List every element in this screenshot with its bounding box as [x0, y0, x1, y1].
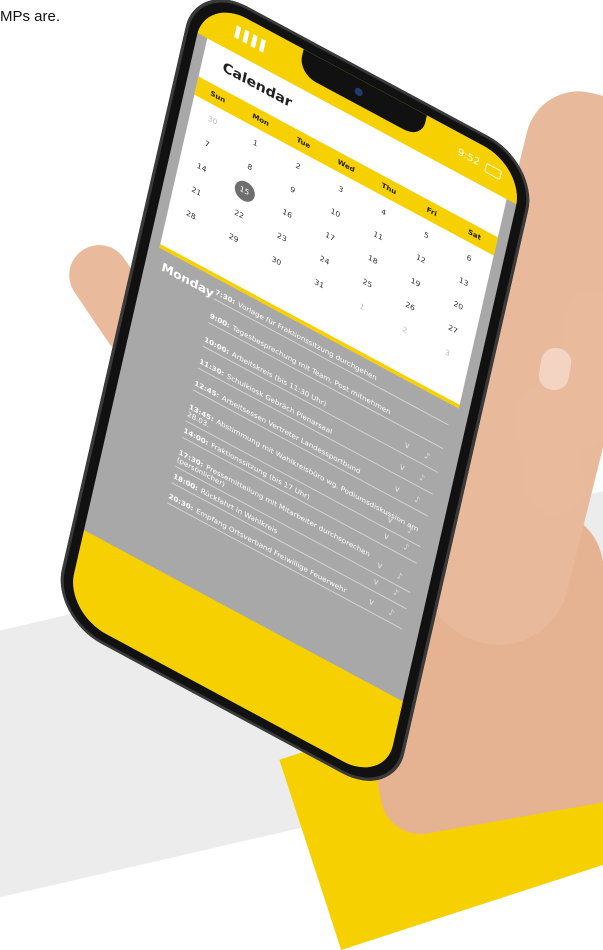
chevron-down-icon[interactable]: ∨	[375, 560, 384, 573]
entry-time: 9:00:	[209, 311, 231, 330]
chevron-down-icon[interactable]: ∨	[398, 462, 407, 475]
entry-time: 12:45:	[193, 379, 220, 400]
phone-frame: ▐▐▐▐ 9:52 Calendar Sun Mon Tue Wed Thu F…	[51, 0, 539, 801]
camera-icon	[353, 86, 364, 98]
chevron-down-icon[interactable]: ∨	[372, 576, 381, 589]
battery-icon	[484, 162, 503, 181]
status-time: 9:52	[456, 146, 481, 169]
entry-time: 10:00:	[203, 335, 230, 357]
chevron-down-icon[interactable]: ∨	[403, 440, 412, 453]
entry-time: 11:30:	[198, 357, 225, 378]
signal-icon: ▐▐▐▐	[229, 23, 266, 53]
chevron-down-icon[interactable]: ∨	[367, 596, 376, 609]
phone-screen: ▐▐▐▐ 9:52 Calendar Sun Mon Tue Wed Thu F…	[65, 0, 525, 784]
chevron-down-icon[interactable]: ∨	[393, 484, 402, 497]
phone-mockup: ▐▐▐▐ 9:52 Calendar Sun Mon Tue Wed Thu F…	[0, 0, 603, 801]
bell-icon[interactable]: ♪	[413, 495, 421, 507]
entry-time: 20:30:	[167, 492, 195, 513]
bell-icon[interactable]: ♪	[396, 571, 404, 583]
bell-icon[interactable]: ♪	[423, 451, 431, 463]
entry-text: Pressemitteilung mit Mitarbeiter durchsp…	[176, 455, 371, 559]
chevron-down-icon[interactable]: ∨	[382, 531, 391, 544]
calendar-day-selected[interactable]: 15	[232, 176, 257, 206]
bell-icon[interactable]: ♪	[402, 542, 410, 554]
bell-icon[interactable]: ♪	[418, 473, 426, 485]
entry-text: Empfang Ortsverband Freiwillige Feuerweh…	[195, 507, 348, 595]
bell-icon[interactable]: ♪	[387, 607, 395, 619]
bell-icon[interactable]: ♪	[392, 587, 400, 599]
entry-time: 7:30:	[214, 288, 236, 307]
bell-icon[interactable]: ♪	[406, 525, 414, 537]
chevron-down-icon[interactable]: ∨	[386, 515, 395, 528]
